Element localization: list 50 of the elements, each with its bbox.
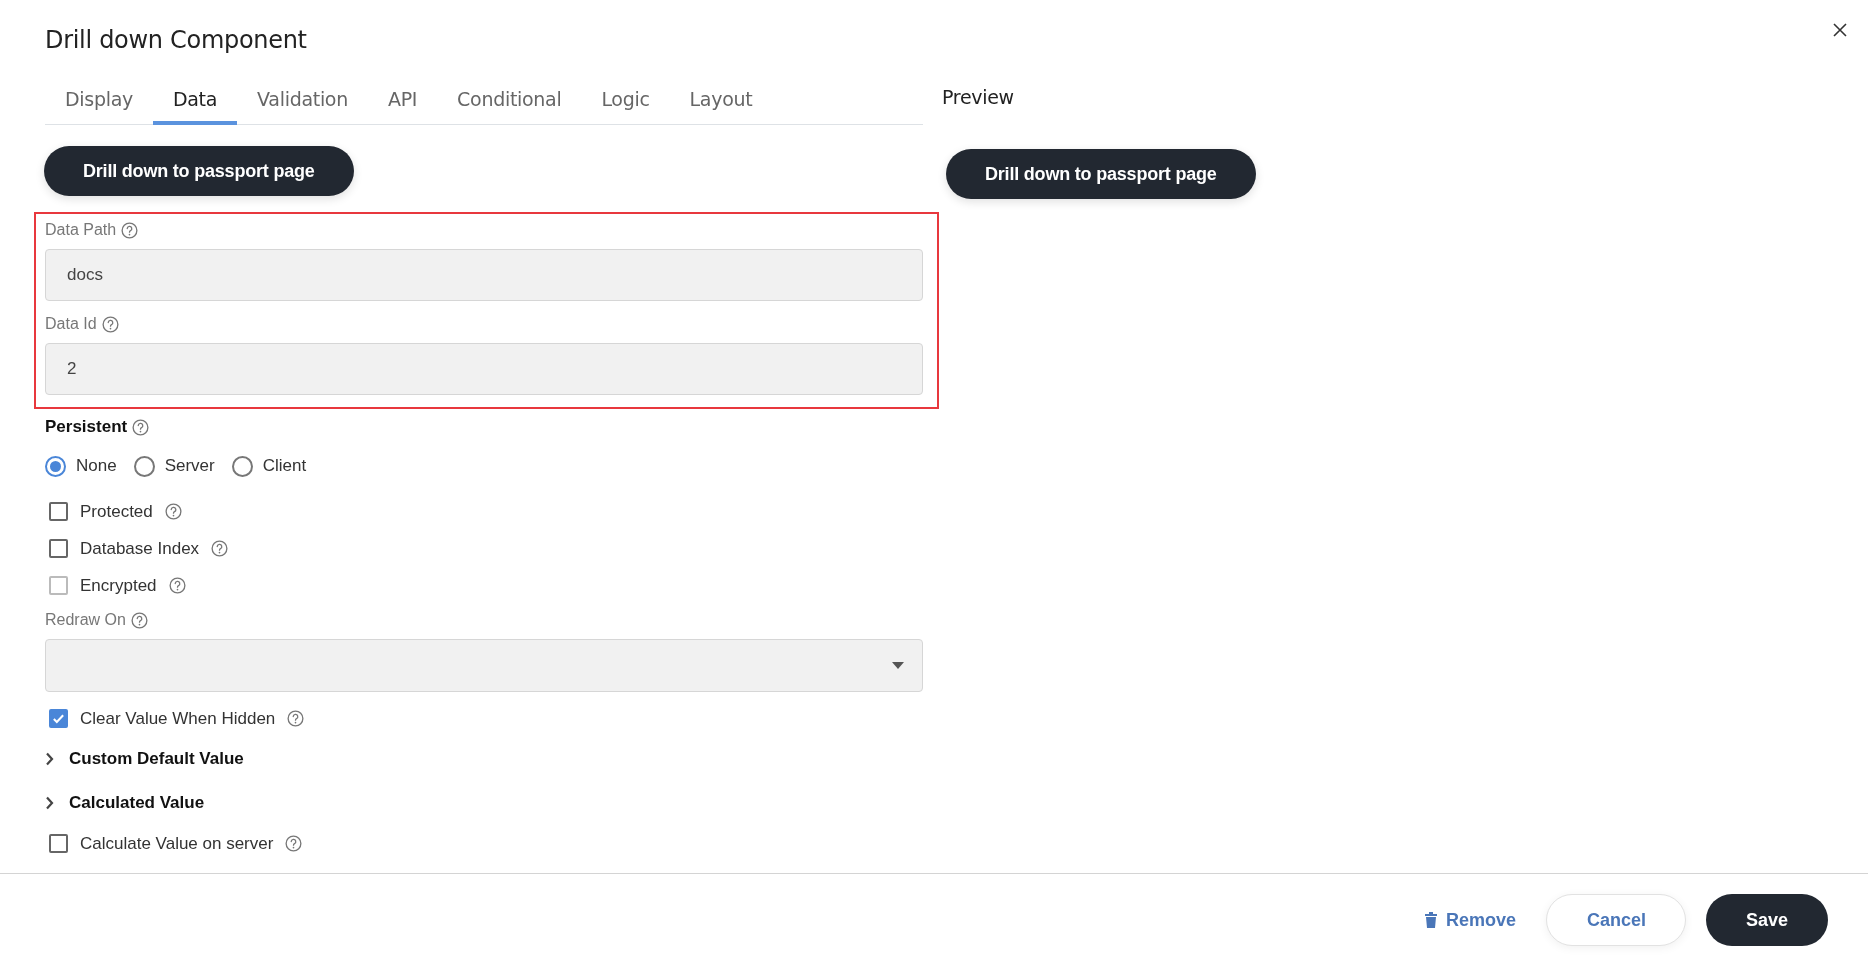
checkbox[interactable] [49,834,68,853]
tab[interactable]: Conditional [437,76,582,125]
checkbox-label: Calculate Value on server [80,833,274,854]
collapsible-section[interactable]: Calculated Value [45,781,205,825]
field-label: Data Path [45,221,117,239]
input-field[interactable]: docs [45,249,923,301]
dialog-title: Drill down Component [45,26,308,54]
checkbox-label: Database Index [80,538,200,559]
dropdown-field[interactable] [45,639,923,692]
tab[interactable]: Validation [237,76,368,125]
tab[interactable]: Display [45,76,153,125]
checkbox-label: Protected [80,501,153,522]
close-icon [1832,22,1848,38]
radio-option[interactable]: Client [231,455,307,477]
help-icon [285,835,303,852]
field-label: Data Id [45,315,97,333]
field-label: Redraw On [45,611,126,629]
check-icon [52,712,65,725]
drill-down-button[interactable]: Drill down to passport page [946,149,1256,199]
chevron-icon [45,796,55,810]
caret-icon [892,662,904,669]
help-icon [121,221,139,239]
help-icon [130,611,148,629]
drill-down-button[interactable]: Drill down to passport page [44,146,354,196]
checkbox[interactable] [49,539,68,558]
help-icon [211,540,229,557]
help-icon [168,577,186,594]
help-icon [132,418,150,436]
tab[interactable]: Layout [669,76,773,125]
input-field[interactable]: 2 [45,343,923,395]
collapsible-section[interactable]: Custom Default Value [45,737,244,781]
radio-option[interactable]: None [45,455,117,477]
section-label: Persistent [45,417,128,437]
trash-icon [1424,912,1437,928]
tab[interactable]: API [367,76,438,125]
checkbox-label: Clear Value When Hidden [80,708,276,729]
checkbox[interactable] [49,502,68,521]
save-button[interactable]: Save [1706,894,1828,946]
help-icon [164,503,182,520]
help-icon [287,710,305,727]
preview-title: Preview [942,86,1015,108]
help-icon [101,315,119,333]
radio-option[interactable]: Server [133,455,215,477]
chevron-icon [45,752,55,766]
tab[interactable]: Data [152,76,238,125]
remove-button[interactable]: Remove [1414,894,1526,946]
cancel-button[interactable]: Cancel [1546,894,1686,946]
checkbox[interactable] [49,709,68,728]
checkbox-label: Encrypted [80,575,157,596]
tab[interactable]: Logic [581,76,670,125]
